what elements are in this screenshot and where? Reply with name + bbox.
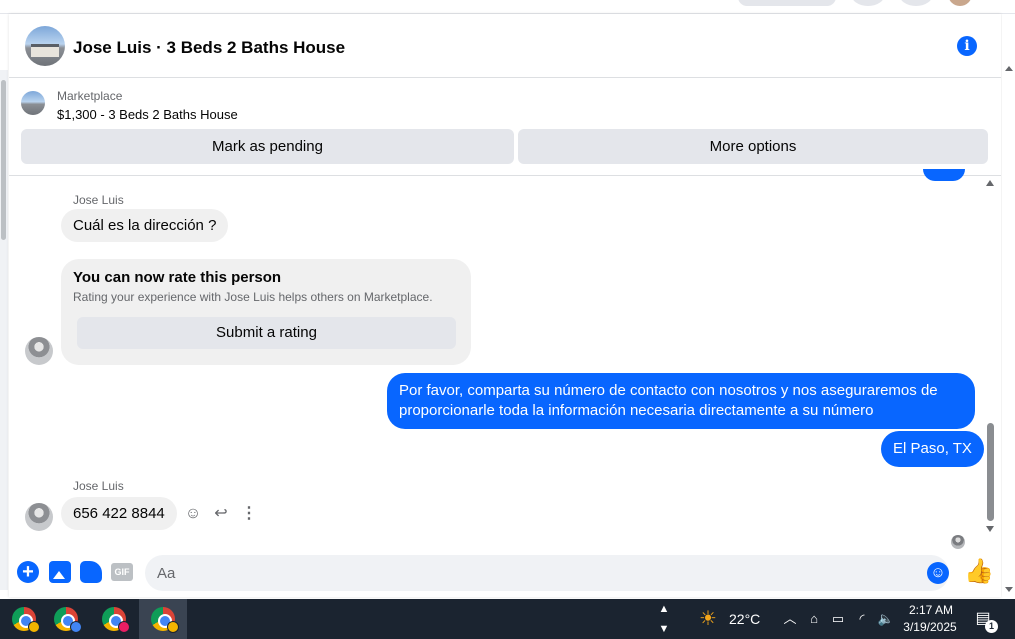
app-root: Jose Luis · 3 Beds 2 Baths House i Marke… [0, 0, 1015, 639]
weather-temperature[interactable]: 22°C [729, 611, 760, 627]
clock-date[interactable]: 3/19/2025 [898, 620, 962, 634]
profile-badge-icon [167, 621, 179, 633]
profile-badge-icon [70, 621, 82, 633]
react-emoji-icon[interactable]: ☺ [183, 504, 203, 524]
rating-card-description: Rating your experience with Jose Luis he… [73, 290, 433, 304]
more-actions-icon[interactable]: ⋮ [239, 504, 259, 524]
chat-title[interactable]: Jose Luis · 3 Beds 2 Baths House [73, 38, 345, 58]
top-notifications-circle[interactable] [899, 0, 933, 6]
profile-badge-icon [28, 621, 40, 633]
chat-panel: Jose Luis · 3 Beds 2 Baths House i Marke… [9, 14, 1001, 597]
listing-thumbnail[interactable] [21, 91, 45, 115]
listing-source-label: Marketplace [57, 89, 123, 103]
sender-name: Jose Luis [73, 193, 124, 207]
window-scrollbar[interactable] [1002, 14, 1015, 597]
mark-as-pending-button[interactable]: Mark as pending [21, 129, 514, 164]
sticker-icon[interactable] [80, 561, 102, 583]
page-scrollbar[interactable] [0, 70, 8, 590]
taskbar-chrome-app[interactable] [0, 599, 48, 639]
rating-card-title: You can now rate this person [73, 269, 282, 286]
info-icon[interactable]: i [957, 36, 977, 56]
battery-icon[interactable]: ▭ [829, 609, 847, 629]
gif-icon[interactable]: GIF [111, 563, 133, 581]
window-scroll-up-icon[interactable] [1005, 66, 1013, 71]
top-navigation-strip [0, 0, 1015, 14]
reply-icon[interactable]: ↩ [211, 504, 231, 524]
chevron-down-icon[interactable]: ▼ [656, 619, 672, 639]
scroll-down-arrow-icon[interactable] [986, 526, 994, 532]
window-scroll-down-icon[interactable] [1005, 587, 1013, 592]
weather-icon[interactable]: ☀ [695, 607, 721, 631]
plus-icon[interactable]: + [17, 561, 39, 583]
incoming-message-bubble[interactable]: 656 422 8844 [61, 497, 177, 530]
thread-scrollbar[interactable] [984, 177, 996, 549]
more-options-button[interactable]: More options [518, 129, 988, 164]
listing-title[interactable]: $1,300 - 3 Beds 2 Baths House [57, 107, 238, 122]
previous-outgoing-bubble [923, 169, 965, 181]
chevron-up-icon[interactable]: ▲ [656, 599, 672, 619]
taskbar-chrome-app[interactable] [42, 599, 90, 639]
sender-avatar[interactable] [25, 503, 53, 531]
taskbar-chrome-app[interactable] [90, 599, 138, 639]
thread-scrollbar-thumb[interactable] [987, 423, 994, 521]
notification-count-badge: 1 [985, 620, 998, 633]
top-menu-circle[interactable] [851, 0, 885, 6]
message-input[interactable] [145, 555, 949, 591]
volume-icon[interactable]: 🔈 [877, 609, 895, 629]
seen-receipt-avatar [951, 535, 965, 549]
incoming-message-bubble[interactable]: Cuál es la dirección ? [61, 209, 229, 242]
listing-avatar[interactable] [25, 26, 65, 66]
top-profile-avatar[interactable] [948, 0, 972, 6]
scroll-up-arrow-icon[interactable] [986, 180, 994, 186]
outgoing-message-bubble[interactable]: El Paso, TX [881, 431, 984, 467]
thumbs-up-icon[interactable]: 👍 [964, 558, 994, 586]
sender-avatar[interactable] [25, 337, 53, 365]
message-thread: Jose Luis Cuál es la dirección ? You can… [9, 169, 1001, 549]
outgoing-message-bubble[interactable]: Por favor, comparta su número de contact… [387, 373, 975, 429]
page-scrollbar-thumb[interactable] [1, 80, 6, 240]
windows-taskbar: ▲ ▼ ☀ 22°C ︿ ⌂ ▭ ◜ 🔈 2:17 AM 3/19/2025 ▤… [0, 599, 1015, 639]
meet-now-icon[interactable]: ⌂ [805, 609, 823, 629]
chat-header: Jose Luis · 3 Beds 2 Baths House i [9, 14, 1001, 78]
sender-name: Jose Luis [73, 479, 124, 493]
photo-icon[interactable] [49, 561, 71, 583]
taskbar-chrome-app-active[interactable] [139, 599, 187, 639]
message-composer: + GIF ☺ 👍 [9, 549, 1001, 597]
emoji-icon[interactable]: ☺ [927, 562, 949, 584]
tray-overflow-icon[interactable]: ︿ [781, 609, 799, 629]
listing-banner: Marketplace $1,300 - 3 Beds 2 Baths Hous… [9, 78, 1001, 176]
profile-badge-icon [118, 621, 130, 633]
clock-time[interactable]: 2:17 AM [902, 603, 960, 617]
wifi-icon[interactable]: ◜ [853, 609, 871, 629]
rating-card: You can now rate this person Rating your… [61, 259, 471, 365]
submit-rating-button[interactable]: Submit a rating [77, 317, 456, 349]
top-search-pill[interactable] [738, 0, 836, 6]
